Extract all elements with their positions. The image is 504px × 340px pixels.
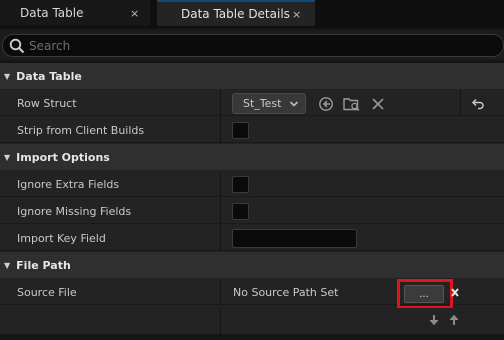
source-file-label: Source File: [17, 285, 77, 299]
import-key-field-label: Import Key Field: [17, 231, 106, 245]
reset-to-default-button[interactable]: [469, 95, 487, 113]
array-controls-row: [0, 308, 504, 334]
row-struct-label: Row Struct: [17, 96, 77, 110]
arrow-down-icon[interactable]: [428, 314, 440, 326]
close-icon[interactable]: ×: [130, 7, 139, 20]
close-icon[interactable]: ×: [292, 8, 301, 21]
row-struct-row: Row Struct St_Test: [0, 90, 504, 116]
column-divider[interactable]: [220, 308, 221, 334]
column-divider[interactable]: [220, 198, 221, 224]
ignore-missing-fields-checkbox[interactable]: [232, 203, 249, 220]
search-box[interactable]: [2, 34, 504, 57]
ignore-missing-fields-label: Ignore Missing Fields: [17, 204, 132, 218]
strip-from-client-builds-checkbox[interactable]: [232, 122, 249, 139]
column-divider[interactable]: [220, 171, 221, 197]
reset-to-default-icon: [471, 98, 484, 110]
import-key-field-row: Import Key Field: [0, 225, 504, 251]
source-file-path-text: No Source Path Set: [233, 285, 339, 299]
collapse-arrow-icon[interactable]: ▼: [4, 153, 10, 162]
column-divider[interactable]: [220, 90, 221, 116]
collapse-arrow-icon[interactable]: ▼: [4, 261, 10, 270]
strip-from-client-builds-row: Strip from Client Builds: [0, 117, 504, 143]
arrow-up-icon[interactable]: [448, 314, 460, 326]
category-data-table[interactable]: ▼ Data Table: [0, 63, 504, 89]
search-row: [0, 30, 504, 60]
ignore-extra-fields-checkbox[interactable]: [232, 176, 249, 193]
column-divider[interactable]: [220, 117, 221, 143]
ignore-missing-fields-row: Ignore Missing Fields: [0, 198, 504, 224]
use-selected-button[interactable]: [317, 95, 335, 113]
row-struct-combo[interactable]: St_Test: [232, 93, 306, 114]
close-icon[interactable]: [450, 287, 460, 298]
category-import-options[interactable]: ▼ Import Options: [0, 144, 504, 170]
collapse-arrow-icon[interactable]: ▼: [4, 72, 10, 81]
category-label: Data Table: [16, 69, 82, 83]
strip-from-client-builds-label: Strip from Client Builds: [17, 123, 145, 137]
tab-bar: Data Table × Data Table Details ×: [0, 0, 504, 28]
ignore-extra-fields-label: Ignore Extra Fields: [17, 177, 120, 191]
row-struct-value: St_Test: [243, 97, 282, 110]
category-label: File Path: [16, 258, 71, 272]
category-label: Import Options: [16, 150, 110, 164]
search-input[interactable]: [29, 38, 469, 53]
browse-button[interactable]: [343, 95, 361, 113]
chevron-down-icon: [289, 101, 299, 107]
column-divider[interactable]: [220, 225, 221, 251]
clear-button[interactable]: [369, 95, 387, 113]
use-selected-icon: [319, 97, 333, 111]
browse-folder-icon: [343, 98, 360, 111]
clear-icon: [372, 98, 384, 110]
tab-label: Data Table: [20, 6, 84, 20]
column-divider: [460, 90, 461, 116]
tab-data-table[interactable]: Data Table ×: [0, 0, 150, 26]
import-key-field-input[interactable]: [232, 229, 357, 248]
ignore-extra-fields-row: Ignore Extra Fields: [0, 171, 504, 197]
column-divider[interactable]: [220, 279, 221, 305]
tab-label: Data Table Details: [181, 7, 290, 21]
bottom-strip: [0, 334, 504, 340]
search-icon: [9, 38, 25, 53]
browse-source-file-button[interactable]: ...: [404, 285, 444, 303]
category-file-path[interactable]: ▼ File Path: [0, 252, 504, 278]
tab-data-table-details[interactable]: Data Table Details ×: [157, 0, 315, 26]
